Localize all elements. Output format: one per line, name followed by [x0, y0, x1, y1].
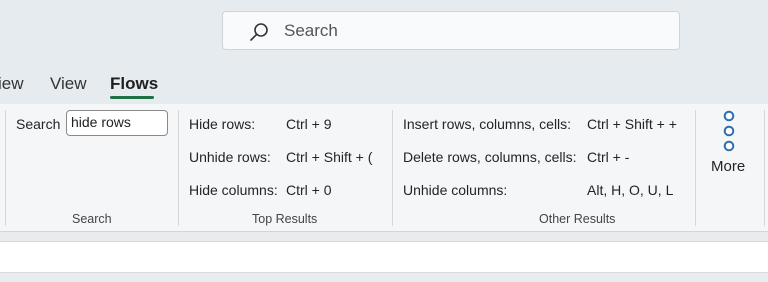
group-separator: [764, 110, 765, 226]
active-tab-indicator: [110, 96, 154, 99]
formula-bar[interactable]: [0, 241, 768, 273]
search-label: Search: [16, 116, 61, 132]
ribbon-search-input[interactable]: hide rows: [66, 110, 168, 136]
group-separator: [178, 110, 179, 226]
search-placeholder: Search: [284, 21, 338, 40]
more-dots-icon[interactable]: [722, 110, 736, 154]
result-hide-columns-shortcut: Ctrl + 0: [286, 182, 332, 198]
group-label-top-results: Top Results: [252, 212, 318, 226]
title-bar: Search: [0, 0, 768, 64]
tab-view[interactable]: View: [50, 74, 87, 94]
result-insert-label[interactable]: Insert rows, columns, cells:: [403, 116, 571, 132]
result-delete-label[interactable]: Delete rows, columns, cells:: [403, 149, 577, 165]
group-separator: [5, 110, 6, 226]
search-box[interactable]: Search: [222, 11, 680, 50]
result-unhide-columns-shortcut: Alt, H, O, U, L: [587, 182, 674, 198]
group-label-search: Search: [72, 212, 112, 226]
group-separator: [392, 110, 393, 226]
search-icon: [250, 23, 268, 41]
more-button-label[interactable]: More: [711, 158, 745, 175]
result-unhide-rows-shortcut: Ctrl + Shift + (: [286, 149, 373, 165]
tab-flows[interactable]: Flows: [110, 74, 158, 94]
group-separator: [695, 110, 696, 226]
result-unhide-rows-label[interactable]: Unhide rows:: [189, 149, 271, 165]
result-insert-shortcut: Ctrl + Shift + +: [587, 116, 677, 132]
result-hide-rows-shortcut: Ctrl + 9: [286, 116, 332, 132]
group-label-other-results: Other Results: [539, 212, 616, 226]
result-unhide-columns-label[interactable]: Unhide columns:: [403, 182, 507, 198]
result-hide-rows-label[interactable]: Hide rows:: [189, 116, 255, 132]
result-delete-shortcut: Ctrl + -: [587, 149, 630, 165]
result-hide-columns-label[interactable]: Hide columns:: [189, 182, 278, 198]
tab-review[interactable]: iew: [0, 74, 24, 94]
